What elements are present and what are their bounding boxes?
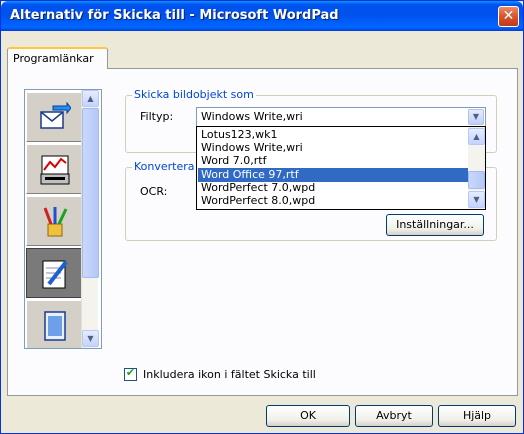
envelope-arrow-icon bbox=[40, 102, 71, 129]
list-item[interactable] bbox=[26, 92, 82, 142]
chevron-down-icon: ▼ bbox=[472, 112, 480, 121]
cancel-button[interactable]: Avbryt bbox=[355, 405, 433, 427]
dropdown-scroll-thumb[interactable] bbox=[468, 171, 485, 189]
include-icon-checkbox[interactable]: ✔ bbox=[124, 366, 137, 381]
chevron-down-icon: ▼ bbox=[473, 195, 480, 204]
window-title: Alternativ för Skicka till - Microsoft W… bbox=[10, 8, 339, 23]
filetype-label: Filtyp: bbox=[140, 110, 174, 123]
ok-button[interactable]: OK bbox=[266, 405, 350, 427]
chevron-up-icon: ▲ bbox=[87, 94, 94, 103]
dropdown-scroll-down-button[interactable]: ▼ bbox=[468, 191, 485, 208]
help-button[interactable]: Hjälp bbox=[438, 405, 516, 427]
settings-button[interactable]: Inställningar... bbox=[386, 214, 484, 236]
icon-list-scrollbar[interactable]: ▲ ▼ bbox=[81, 90, 99, 348]
dropdown-scroll-up-button[interactable]: ▲ bbox=[468, 128, 485, 145]
chevron-down-icon: ▼ bbox=[87, 334, 94, 343]
title-bar[interactable]: Alternativ för Skicka till - Microsoft W… bbox=[1, 1, 523, 31]
list-item[interactable] bbox=[26, 144, 82, 194]
filetype-select[interactable]: Windows Write,wri ▼ bbox=[196, 107, 486, 127]
notepad-pen-icon bbox=[42, 260, 68, 289]
send-as-group-label: Skicka bildobjekt som bbox=[132, 88, 256, 101]
dropdown-option[interactable]: Windows Write,wri bbox=[198, 141, 468, 155]
tab-programlankar[interactable]: Programlänkar bbox=[7, 47, 108, 69]
dropdown-option[interactable]: Word 7.0,rtf bbox=[198, 154, 468, 168]
include-icon-label: Inkludera ikon i fältet Skicka till bbox=[143, 368, 316, 381]
scroll-up-button[interactable]: ▲ bbox=[82, 90, 99, 107]
ocr-label: OCR: bbox=[140, 185, 168, 198]
dropdown-button[interactable]: ▼ bbox=[468, 109, 484, 125]
paint-brushes-icon bbox=[43, 207, 68, 237]
chevron-up-icon: ▲ bbox=[473, 132, 480, 141]
close-icon: ✕ bbox=[502, 8, 515, 24]
scroll-down-button[interactable]: ▼ bbox=[82, 330, 99, 347]
close-button[interactable]: ✕ bbox=[498, 6, 519, 27]
graph-printer-icon bbox=[40, 155, 70, 185]
scroll-thumb[interactable] bbox=[82, 108, 99, 278]
dropdown-option[interactable]: Lotus123,wk1 bbox=[198, 128, 468, 142]
list-item[interactable] bbox=[26, 300, 82, 348]
list-item[interactable] bbox=[26, 196, 82, 246]
dropdown-option-selected[interactable]: Word Office 97,rtf bbox=[198, 168, 468, 182]
filetype-value: Windows Write,wri bbox=[201, 110, 303, 123]
document-icon bbox=[44, 311, 66, 341]
dropdown-option[interactable]: WordPerfect 8.0,wpd bbox=[198, 194, 468, 208]
tab-label: Programlänkar bbox=[13, 52, 94, 65]
checkmark-icon: ✔ bbox=[125, 366, 136, 379]
filetype-dropdown-list[interactable]: Lotus123,wk1 Windows Write,wri Word 7.0,… bbox=[196, 126, 486, 210]
list-item-selected[interactable] bbox=[26, 248, 82, 298]
dropdown-scrollbar[interactable]: ▲ ▼ bbox=[468, 127, 485, 209]
dialog-window: Alternativ för Skicka till - Microsoft W… bbox=[0, 0, 524, 434]
dropdown-option[interactable]: WordPerfect 7.0,wpd bbox=[198, 181, 468, 195]
